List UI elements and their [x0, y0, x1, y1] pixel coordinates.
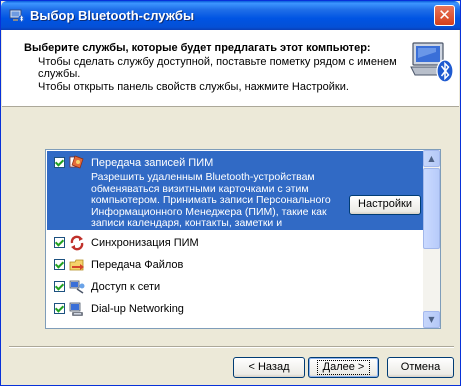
list-item-file-transfer[interactable]: Передача Файлов — [47, 254, 424, 276]
bluetooth-computer-icon — [410, 42, 454, 83]
pim-transfer-label: Передача записей ПИМ — [91, 157, 214, 169]
close-button[interactable]: ✕ — [434, 5, 455, 26]
header-panel: Выберите службы, которые будет предлагат… — [2, 30, 459, 107]
header-instruction-2: службы. — [38, 68, 81, 80]
dialup-networking-icon — [69, 302, 83, 316]
service-list[interactable]: Передача записей ПИМ Разрешить удаленным… — [45, 149, 441, 329]
list-item-pim-sync[interactable]: Синхронизация ПИМ — [47, 232, 424, 254]
scroll-thumb[interactable] — [423, 168, 440, 249]
next-button-label: Далее > — [316, 360, 371, 375]
cancel-button[interactable]: Отмена — [387, 357, 454, 378]
footer-divider — [9, 346, 454, 348]
back-button-label: < Назад — [248, 361, 290, 373]
settings-button[interactable]: Настройки — [349, 195, 421, 215]
pim-sync-label: Синхронизация ПИМ — [91, 237, 199, 249]
list-item-dialup-networking[interactable]: Dial-up Networking — [47, 298, 424, 320]
list-item-pim-transfer[interactable]: Передача записей ПИМ Разрешить удаленным… — [47, 151, 424, 240]
list-item-network-access[interactable]: Доступ к сети — [47, 276, 424, 298]
dialup-networking-label: Dial-up Networking — [91, 303, 184, 315]
header-instruction-1: Чтобы сделать службу доступной, поставьт… — [38, 56, 397, 68]
pim-transfer-description: Разрешить удаленным Bluetooth-устройства… — [91, 171, 331, 241]
file-transfer-icon — [69, 259, 84, 271]
pim-transfer-checkbox[interactable] — [54, 157, 65, 168]
scroll-down-button[interactable]: ▼ — [423, 311, 440, 328]
scroll-up-button[interactable]: ▲ — [423, 150, 440, 167]
file-transfer-checkbox[interactable] — [54, 259, 65, 270]
network-access-label: Доступ к сети — [91, 281, 161, 293]
bluetooth-window-icon — [9, 9, 25, 22]
close-icon: ✕ — [438, 6, 451, 24]
header-title: Выберите службы, которые будет предлагат… — [24, 42, 371, 54]
pim-sync-icon — [70, 235, 84, 251]
network-access-checkbox[interactable] — [54, 281, 65, 292]
chevron-down-icon: ▼ — [428, 315, 435, 324]
title-bar[interactable]: Выбор Bluetooth-службы ✕ — [1, 1, 460, 30]
bluetooth-service-dialog: Выбор Bluetooth-службы ✕ Выберите службы… — [0, 0, 461, 386]
header-instruction-3: Чтобы открыть панель свойств службы, наж… — [38, 81, 349, 93]
window-title: Выбор Bluetooth-службы — [30, 8, 195, 23]
chevron-up-icon: ▲ — [428, 154, 435, 163]
pim-transfer-icon — [69, 155, 84, 169]
back-button[interactable]: < Назад — [233, 357, 305, 378]
vertical-scrollbar[interactable]: ▲ ▼ — [423, 150, 440, 328]
dialup-networking-checkbox[interactable] — [54, 303, 65, 314]
cancel-button-label: Отмена — [400, 361, 441, 373]
file-transfer-label: Передача Файлов — [91, 259, 184, 271]
next-button[interactable]: Далее > — [308, 357, 379, 378]
network-access-icon — [69, 280, 85, 294]
pim-sync-checkbox[interactable] — [54, 237, 65, 248]
